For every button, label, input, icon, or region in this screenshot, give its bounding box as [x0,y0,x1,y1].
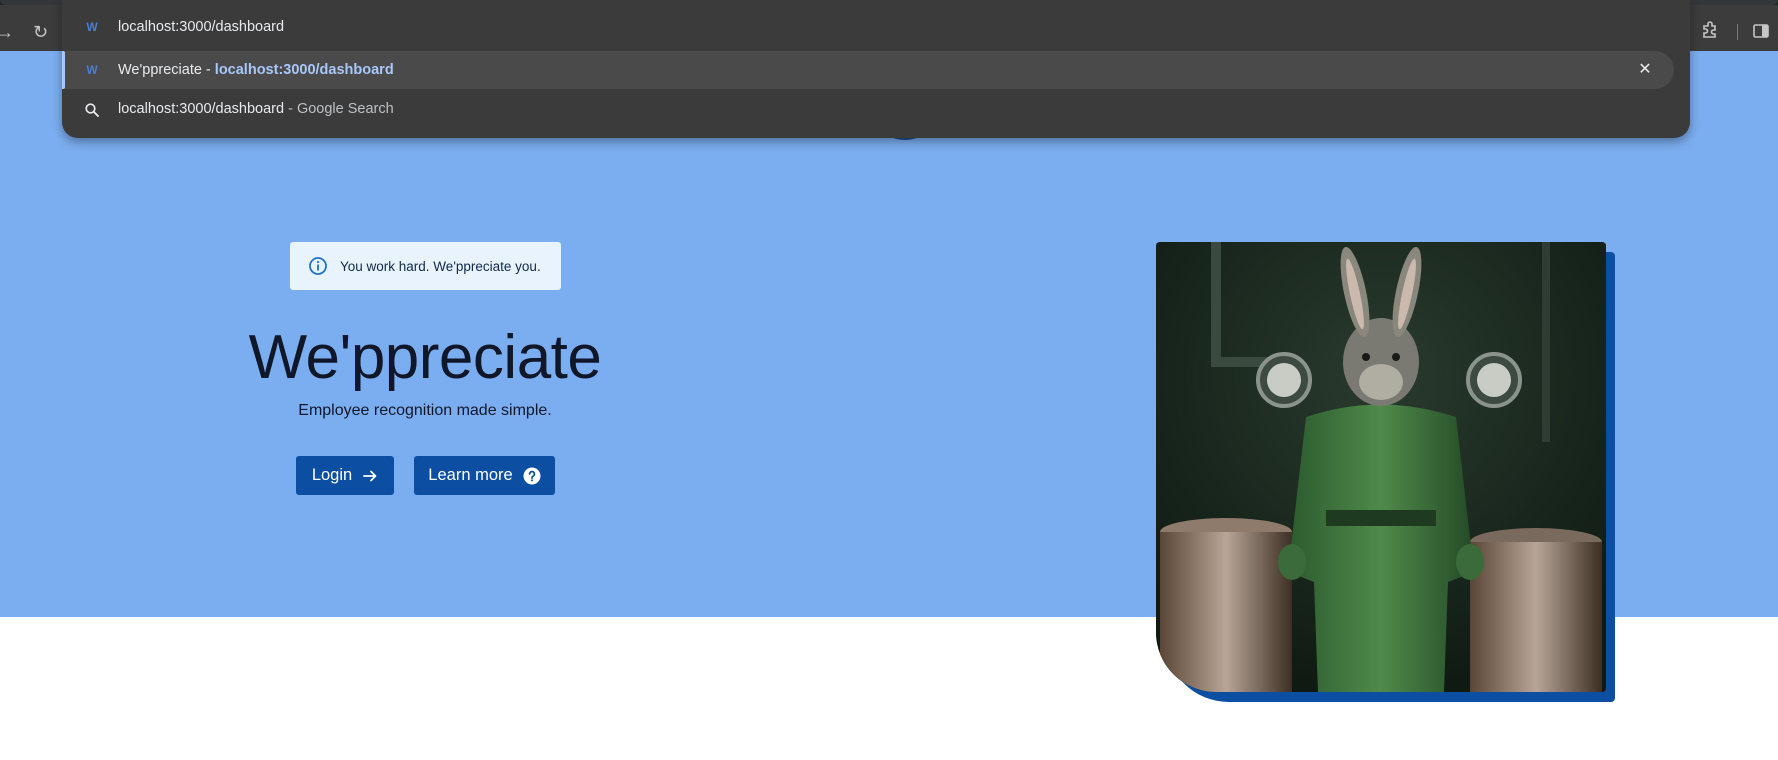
selection-indicator [62,51,65,89]
close-icon[interactable]: ✕ [1636,61,1654,79]
forward-icon[interactable]: → [0,22,14,42]
page-subtitle: Employee recognition made simple. [298,402,552,419]
suggestion-url: localhost:3000/dashboard [214,62,394,78]
login-button[interactable]: Login [296,456,394,495]
login-label: Login [311,466,353,484]
info-alert: You work hard. We'ppreciate you. [290,242,561,290]
suggestion-text: We'ppreciate - localhost:3000/dashboard [118,62,394,78]
toolbar-separator [1737,24,1738,40]
side-panel-icon[interactable] [1753,24,1769,38]
omnibox-suggestion[interactable]: localhost:3000/dashboard - Google Search [62,91,1674,129]
site-favicon-icon: W [86,20,98,34]
reload-icon[interactable]: ↻ [33,22,48,42]
rabbit-mechanic-image [1156,242,1606,692]
search-icon [85,103,99,117]
site-favicon-icon: W [86,63,98,77]
learn-more-label: Learn more [428,466,513,484]
suggestion-suffix: - Google Search [284,101,394,117]
learn-more-button[interactable]: Learn more [414,456,555,495]
arrow-right-icon [362,468,378,484]
omnibox-suggestion[interactable]: W We'ppreciate - localhost:3000/dashboar… [62,51,1674,89]
address-input[interactable]: localhost:3000/dashboard [118,19,284,35]
address-bar[interactable]: W localhost:3000/dashboard [62,0,1690,51]
alert-text: You work hard. We'ppreciate you. [340,258,541,274]
suggestion-text: localhost:3000/dashboard - Google Search [118,101,394,117]
page-title: We'ppreciate [248,323,602,392]
extensions-icon[interactable] [1700,20,1720,40]
info-icon [309,257,327,275]
omnibox-dropdown: W localhost:3000/dashboard W We'ppreciat… [62,0,1690,138]
question-icon [523,467,541,485]
